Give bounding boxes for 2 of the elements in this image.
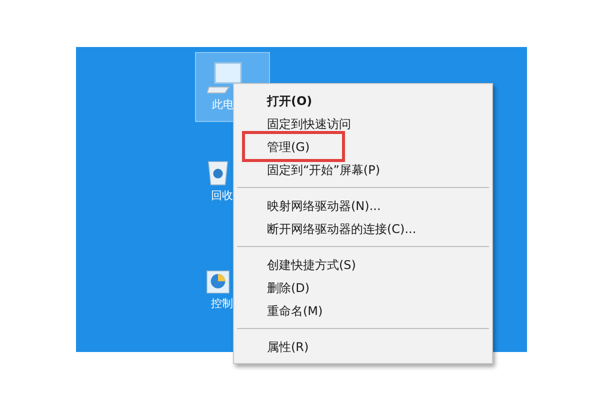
icon-label: 控制 <box>210 298 233 309</box>
icon-label: 回收 <box>210 190 233 201</box>
